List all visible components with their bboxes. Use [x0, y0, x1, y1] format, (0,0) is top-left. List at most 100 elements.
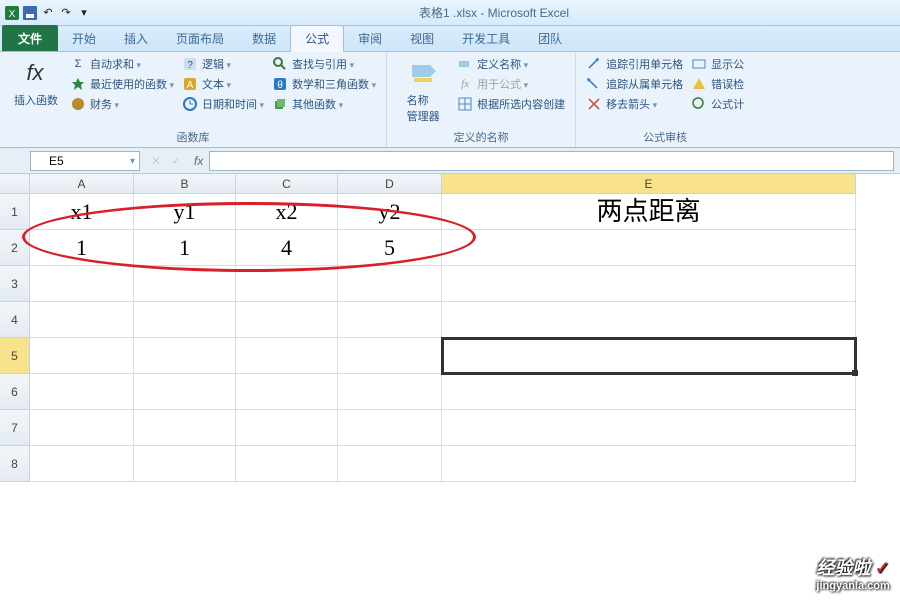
name-box[interactable]: E5 [30, 151, 140, 171]
clock-icon [182, 96, 198, 112]
row-header-1[interactable]: 1 [0, 194, 30, 230]
cell-B3[interactable] [134, 266, 236, 302]
tab-data[interactable]: 数据 [238, 26, 290, 51]
cell-A1[interactable]: x1 [30, 194, 134, 230]
cell-A7[interactable] [30, 410, 134, 446]
cell-E5[interactable] [442, 338, 856, 374]
more-functions-button[interactable]: 其他函数 [272, 96, 376, 112]
cell-E7[interactable] [442, 410, 856, 446]
trace-dependents-button[interactable]: 追踪从属单元格 [586, 76, 683, 92]
cell-D7[interactable] [338, 410, 442, 446]
cell-D4[interactable] [338, 302, 442, 338]
cell-B5[interactable] [134, 338, 236, 374]
cell-C3[interactable] [236, 266, 338, 302]
theta-icon: θ [272, 76, 288, 92]
recent-functions-button[interactable]: 最近使用的函数 [70, 76, 174, 92]
cell-B4[interactable] [134, 302, 236, 338]
qat-more-icon[interactable]: ▾ [76, 5, 92, 21]
svg-text:X: X [9, 9, 16, 20]
lookup-button[interactable]: 查找与引用 [272, 56, 376, 72]
trace-precedents-button[interactable]: 追踪引用单元格 [586, 56, 683, 72]
cell-E2[interactable] [442, 230, 856, 266]
row-header-7[interactable]: 7 [0, 410, 30, 446]
cell-E1[interactable]: 两点距离 [442, 194, 856, 230]
tab-developer[interactable]: 开发工具 [448, 26, 524, 51]
cell-A5[interactable] [30, 338, 134, 374]
evaluate-formula-button[interactable]: 公式计 [691, 96, 744, 112]
math-trig-button[interactable]: θ数学和三角函数 [272, 76, 376, 92]
cell-D2[interactable]: 5 [338, 230, 442, 266]
tab-home[interactable]: 开始 [58, 26, 110, 51]
tab-layout[interactable]: 页面布局 [162, 26, 238, 51]
cell-A3[interactable] [30, 266, 134, 302]
tab-review[interactable]: 审阅 [344, 26, 396, 51]
create-from-selection-button[interactable]: 根据所选内容创建 [457, 96, 565, 112]
col-header-C[interactable]: C [236, 174, 338, 194]
cell-D1[interactable]: y2 [338, 194, 442, 230]
row-header-6[interactable]: 6 [0, 374, 30, 410]
name-manager-button[interactable]: 名称 管理器 [397, 56, 449, 124]
col-header-D[interactable]: D [338, 174, 442, 194]
redo-icon[interactable]: ↷ [58, 5, 74, 21]
enter-icon[interactable]: ✓ [168, 153, 184, 169]
col-header-A[interactable]: A [30, 174, 134, 194]
select-all-corner[interactable] [0, 174, 30, 194]
cell-C4[interactable] [236, 302, 338, 338]
col-header-B[interactable]: B [134, 174, 236, 194]
watermark: 经验啦 ✓ jingyanla.com [816, 554, 890, 592]
cell-C1[interactable]: x2 [236, 194, 338, 230]
cell-E8[interactable] [442, 446, 856, 482]
cell-D6[interactable] [338, 374, 442, 410]
fx-label-icon[interactable]: fx [194, 154, 203, 168]
col-header-E[interactable]: E [442, 174, 856, 194]
cell-C7[interactable] [236, 410, 338, 446]
tab-view[interactable]: 视图 [396, 26, 448, 51]
cell-C5[interactable] [236, 338, 338, 374]
row-header-4[interactable]: 4 [0, 302, 30, 338]
cell-E4[interactable] [442, 302, 856, 338]
cell-E6[interactable] [442, 374, 856, 410]
cell-A8[interactable] [30, 446, 134, 482]
tab-team[interactable]: 团队 [524, 26, 576, 51]
remove-arrows-button[interactable]: 移去箭头 [586, 96, 683, 112]
cell-A4[interactable] [30, 302, 134, 338]
row-header-3[interactable]: 3 [0, 266, 30, 302]
text-button[interactable]: A文本 [182, 76, 264, 92]
cell-D3[interactable] [338, 266, 442, 302]
row-header-8[interactable]: 8 [0, 446, 30, 482]
error-check-button[interactable]: 错误检 [691, 76, 744, 92]
cell-C6[interactable] [236, 374, 338, 410]
svg-text:fx: fx [26, 60, 44, 85]
cell-E3[interactable] [442, 266, 856, 302]
cell-B1[interactable]: y1 [134, 194, 236, 230]
cell-A2[interactable]: 1 [30, 230, 134, 266]
cell-C8[interactable] [236, 446, 338, 482]
logical-button[interactable]: ?逻辑 [182, 56, 264, 72]
undo-icon[interactable]: ↶ [40, 5, 56, 21]
define-name-button[interactable]: 定义名称 [457, 56, 565, 72]
financial-button[interactable]: 财务 [70, 96, 174, 112]
cell-B8[interactable] [134, 446, 236, 482]
cell-B7[interactable] [134, 410, 236, 446]
insert-function-button[interactable]: fx 插入函数 [10, 56, 62, 108]
cell-B6[interactable] [134, 374, 236, 410]
group-label-names: 定义的名称 [397, 129, 565, 145]
save-icon[interactable] [22, 5, 38, 21]
question-icon: ? [182, 56, 198, 72]
cell-D5[interactable] [338, 338, 442, 374]
cell-D8[interactable] [338, 446, 442, 482]
cancel-icon[interactable]: ✕ [148, 153, 164, 169]
cell-A6[interactable] [30, 374, 134, 410]
warning-icon [691, 76, 707, 92]
file-tab[interactable]: 文件 [2, 25, 58, 51]
row-header-5[interactable]: 5 [0, 338, 30, 374]
datetime-button[interactable]: 日期和时间 [182, 96, 264, 112]
tab-insert[interactable]: 插入 [110, 26, 162, 51]
cell-B2[interactable]: 1 [134, 230, 236, 266]
cell-C2[interactable]: 4 [236, 230, 338, 266]
autosum-button[interactable]: Σ自动求和 [70, 56, 174, 72]
row-header-2[interactable]: 2 [0, 230, 30, 266]
formula-bar[interactable] [209, 151, 894, 171]
show-formulas-button[interactable]: 显示公 [691, 56, 744, 72]
tab-formulas[interactable]: 公式 [290, 25, 344, 52]
